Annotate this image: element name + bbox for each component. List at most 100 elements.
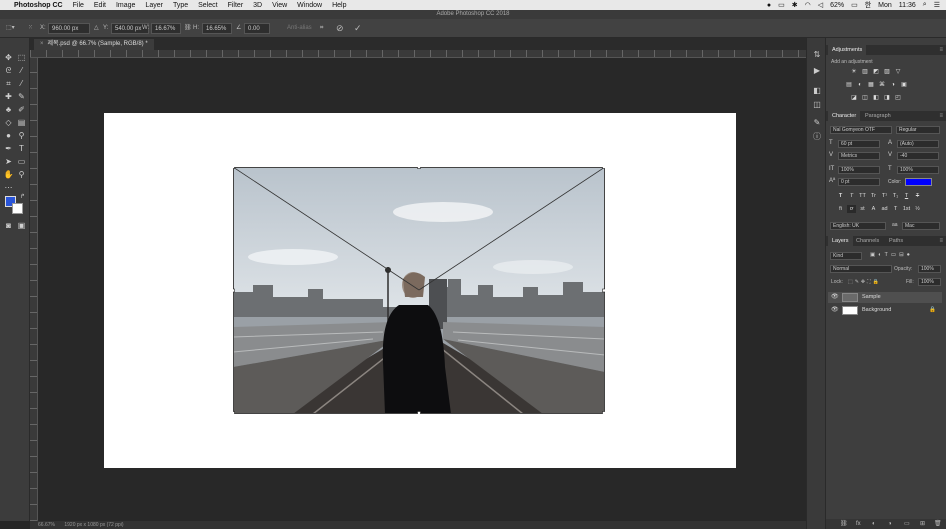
layer-style-icon[interactable]: fx (856, 519, 861, 529)
group-icon[interactable]: ▭ (904, 519, 910, 529)
vertical-scale-field[interactable]: 100% (838, 166, 880, 174)
screen-mode-icon[interactable]: ▣ (16, 220, 27, 231)
layer-row-sample[interactable]: 👁 Sample (828, 292, 942, 303)
transform-handle-left[interactable] (233, 288, 235, 293)
all-caps-button[interactable]: TT (858, 192, 867, 200)
transform-handle-bottom-left[interactable] (233, 411, 235, 415)
libraries-panel-icon[interactable]: ◫ (811, 100, 823, 110)
adjustment-layer-icon[interactable]: ◑ (888, 519, 892, 529)
levels-icon[interactable]: ▥ (861, 69, 869, 76)
day-label[interactable]: Mon (878, 2, 892, 9)
type-tool-icon[interactable]: T (16, 143, 27, 154)
free-transform-overlay[interactable] (233, 167, 605, 414)
relative-position-icon[interactable]: △ (94, 23, 99, 34)
tool-preset-icon[interactable]: ⬚▾ (6, 23, 15, 34)
trash-icon[interactable]: 🗑 (934, 519, 942, 529)
layer-name[interactable]: Background (862, 305, 891, 316)
brushes-panel-icon[interactable]: ✎ (811, 118, 823, 128)
faux-bold-button[interactable]: T (836, 192, 845, 200)
layer-filter-kind[interactable]: Kind (830, 252, 862, 260)
small-caps-button[interactable]: Tr (869, 192, 878, 200)
contextual-alternates-button[interactable]: T (891, 205, 900, 213)
menu-layer[interactable]: Layer (145, 2, 163, 9)
warp-mode-icon[interactable]: ⌗ (320, 23, 323, 34)
link-layers-icon[interactable]: ⛓ (840, 519, 848, 529)
layer-name[interactable]: Sample (862, 292, 881, 303)
tracking-field[interactable]: -40 (897, 152, 939, 160)
transform-handle-top-right[interactable] (602, 167, 606, 169)
channel-mixer-icon[interactable]: ◑ (889, 82, 897, 89)
font-family-select[interactable]: Nal Gomyeon OTF (830, 126, 892, 134)
creative-cloud-icon[interactable]: ● (767, 2, 771, 9)
width-field[interactable]: 16.67% (151, 23, 181, 34)
discretionary-ligatures-button[interactable]: ơ (847, 205, 856, 213)
leading-field[interactable]: (Auto) (897, 140, 939, 148)
layer-row-background[interactable]: 👁 Background 🔒 (828, 305, 942, 316)
link-icon[interactable]: ⛓ (184, 23, 192, 34)
ligatures-button[interactable]: fi (836, 205, 845, 213)
info-panel-icon[interactable]: ⓘ (811, 132, 823, 142)
crop-tool-icon[interactable]: ⌗ (3, 78, 14, 89)
vertical-ruler[interactable] (30, 58, 38, 521)
blend-mode-select[interactable]: Normal (830, 265, 892, 273)
cancel-transform-icon[interactable]: ⊘ (336, 23, 344, 34)
menu-type[interactable]: Type (173, 2, 188, 9)
subscript-button[interactable]: T₁ (891, 192, 900, 200)
interpolation-label[interactable]: Anti-alias (287, 23, 312, 34)
dodge-tool-icon[interactable]: ⚲ (16, 130, 27, 141)
language-select[interactable]: English: UK (830, 222, 886, 230)
wifi-icon[interactable]: ◠ (805, 1, 811, 9)
ordinals-button[interactable]: 1st (902, 205, 911, 213)
invert-icon[interactable]: ◪ (850, 95, 858, 102)
fractions-button[interactable]: ½ (913, 205, 922, 213)
brightness-contrast-icon[interactable]: ☀ (850, 69, 858, 76)
fill-field[interactable]: 100% (918, 278, 941, 286)
superscript-button[interactable]: T¹ (880, 192, 889, 200)
menu-filter[interactable]: Filter (228, 2, 244, 9)
menu-image[interactable]: Image (116, 2, 135, 9)
blur-tool-icon[interactable]: ● (3, 130, 14, 141)
actions-panel-icon[interactable]: ▶ (811, 66, 823, 76)
menu-view[interactable]: View (272, 2, 287, 9)
photo-filter-icon[interactable]: ⌘ (878, 82, 886, 89)
input-source-icon[interactable]: 한 (865, 0, 871, 10)
clock[interactable]: 11:36 (899, 2, 916, 9)
app-menu[interactable]: Photoshop CC (14, 2, 63, 9)
threshold-icon[interactable]: ◧ (872, 95, 880, 102)
pen-tool-icon[interactable]: ✒ (3, 143, 14, 154)
font-size-field[interactable]: 60 pt (838, 140, 880, 148)
quick-mask-icon[interactable]: ◙ (3, 220, 14, 231)
hue-saturation-icon[interactable]: ▤ (845, 82, 853, 89)
bluetooth-icon[interactable]: ✱ (792, 1, 798, 9)
underline-button[interactable]: T (902, 192, 911, 200)
color-lookup-icon[interactable]: ▣ (900, 82, 908, 89)
history-panel-icon[interactable]: ⇅ (811, 50, 823, 60)
rectangle-tool-icon[interactable]: ▭ (16, 156, 27, 167)
text-color-swatch[interactable] (905, 178, 932, 186)
background-color-swatch[interactable] (12, 203, 23, 214)
tab-paragraph[interactable]: Paragraph (861, 111, 895, 121)
healing-brush-tool-icon[interactable]: ✚ (3, 91, 14, 102)
menu-edit[interactable]: Edit (94, 2, 106, 9)
tab-paths[interactable]: Paths (885, 236, 907, 246)
height-field[interactable]: 16.65% (202, 23, 232, 34)
transform-handle-top[interactable] (417, 167, 421, 169)
tab-adjustments[interactable]: Adjustments (828, 45, 867, 55)
kerning-field[interactable]: Metrics (838, 152, 880, 160)
tab-character[interactable]: Character (828, 111, 861, 121)
horizontal-ruler[interactable] (30, 50, 806, 58)
hand-tool-icon[interactable]: ✋ (3, 169, 14, 180)
visibility-eye-icon[interactable]: 👁 (831, 305, 839, 316)
gradient-map-icon[interactable]: ◨ (883, 95, 891, 102)
search-icon[interactable]: ⌕ (923, 1, 927, 9)
path-selection-tool-icon[interactable]: ➤ (3, 156, 14, 167)
font-style-select[interactable]: Regular (896, 126, 940, 134)
selective-color-icon[interactable]: ◰ (894, 95, 902, 102)
menu-select[interactable]: Select (198, 2, 217, 9)
close-tab-icon[interactable]: × (40, 41, 44, 47)
history-brush-tool-icon[interactable]: ✐ (16, 104, 27, 115)
tab-layers[interactable]: Layers (828, 236, 853, 246)
tab-channels[interactable]: Channels (852, 236, 883, 246)
lasso-tool-icon[interactable]: ᘓ (3, 65, 14, 76)
black-white-icon[interactable]: ▦ (867, 82, 875, 89)
